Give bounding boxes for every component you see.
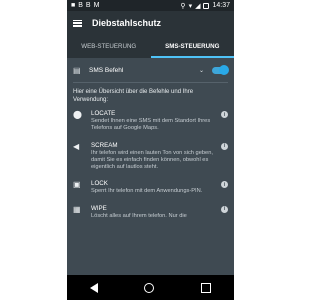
command-title: SCREAM bbox=[91, 141, 118, 149]
back-icon[interactable] bbox=[90, 282, 99, 293]
sms-command-label: SMS Befehl bbox=[89, 66, 124, 74]
tab-web-steuerung[interactable]: WEB-STEUERUNG bbox=[67, 35, 151, 58]
command-item: ◀ SCREAM Ihr telefon wird einen lauten T… bbox=[73, 142, 228, 172]
command-title: WIPE bbox=[91, 204, 107, 212]
location-icon: ⚲ bbox=[180, 2, 186, 10]
sms-command-toggle[interactable] bbox=[212, 65, 229, 75]
navigation-bar bbox=[67, 275, 234, 300]
command-description: Ihr telefon wird einen lauten Ton von si… bbox=[91, 149, 213, 171]
info-icon[interactable]: i bbox=[221, 181, 228, 189]
notification-b-icon: B bbox=[78, 2, 83, 9]
status-bar: ■ B B M ⚲ ▾ ◢ 14:37 bbox=[67, 0, 234, 11]
app-bar: Diebstahlschutz bbox=[67, 11, 234, 35]
phone-screen: ■ B B M ⚲ ▾ ◢ 14:37 Diebstahlschutz WEB-… bbox=[67, 0, 234, 300]
megaphone-icon: ◀ bbox=[73, 141, 80, 151]
command-item: ▣ LOCK Sperrt Ihr telefon mit dem Anwend… bbox=[73, 180, 228, 195]
gmail-icon: M bbox=[93, 2, 100, 9]
location-pin-icon: ⬤ bbox=[73, 110, 82, 119]
command-description: Sendet Ihnen eine SMS mit dem Standort I… bbox=[91, 118, 211, 132]
info-icon[interactable]: i bbox=[221, 111, 228, 118]
command-item: ▦ WIPE Löscht alles auf Ihrem telefon. N… bbox=[73, 205, 228, 220]
tab-bar: WEB-STEUERUNG SMS-STEUERUNG bbox=[67, 35, 234, 58]
battery-icon bbox=[203, 2, 210, 9]
signal-icon: ◢ bbox=[195, 2, 201, 10]
chevron-down-icon[interactable]: ⌄ bbox=[199, 67, 204, 74]
command-item: ⬤ LOCATE Sendet Ihnen eine SMS mit dem S… bbox=[73, 110, 228, 133]
content: ▤ SMS Befehl ⌄ Hier eine Übersicht über … bbox=[67, 58, 234, 220]
page-title: Diebstahlschutz bbox=[92, 18, 162, 28]
home-icon[interactable] bbox=[144, 282, 155, 293]
command-title: LOCATE bbox=[91, 110, 116, 117]
notification-icon: ■ bbox=[71, 2, 76, 9]
command-description: Sperrt Ihr telefon mit dem Anwendungs-PI… bbox=[91, 188, 203, 195]
sms-command-row[interactable]: ▤ SMS Befehl ⌄ bbox=[73, 58, 229, 83]
wifi-icon: ▾ bbox=[188, 2, 193, 10]
command-title: LOCK bbox=[91, 180, 108, 188]
notification-b-icon: B bbox=[85, 2, 91, 9]
tab-sms-steuerung[interactable]: SMS-STEUERUNG bbox=[150, 35, 235, 58]
intro-text: Hier eine Übersicht über die Befehle und… bbox=[73, 89, 194, 103]
lock-icon: ▣ bbox=[73, 180, 81, 190]
sms-icon: ▤ bbox=[73, 65, 81, 75]
command-description: Löscht alles auf Ihrem telefon. Nur die bbox=[91, 212, 187, 219]
menu-icon[interactable] bbox=[73, 19, 82, 27]
sim-card-icon: ▦ bbox=[73, 204, 81, 214]
info-icon[interactable]: i bbox=[221, 142, 228, 150]
recent-apps-icon[interactable] bbox=[200, 282, 211, 293]
clock: 14:37 bbox=[212, 2, 230, 9]
info-icon[interactable]: i bbox=[221, 205, 228, 213]
